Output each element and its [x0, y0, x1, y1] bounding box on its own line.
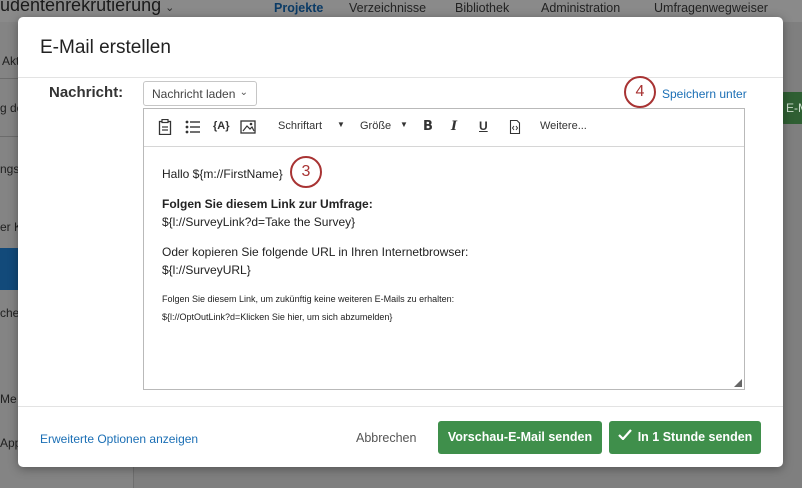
copy-url-text: Oder kopieren Sie folgende URL in Ihren …: [162, 245, 469, 259]
sidebar-fragment: Akt: [2, 54, 20, 68]
message-editor[interactable]: {A} Schriftart ▼ Größe ▼ B I U Weitere..…: [143, 108, 745, 390]
load-message-select-label: Nachricht laden: [152, 87, 236, 101]
bold-button[interactable]: B: [423, 119, 433, 134]
divider: [18, 77, 783, 78]
load-message-select[interactable]: Nachricht laden ⌄: [143, 81, 257, 106]
optout-link-text: ${l://OptOutLink?d=Klicken Sie hier, um …: [162, 312, 393, 322]
project-title-text: udentenrekrutierung: [0, 0, 162, 15]
chevron-down-icon: ⌄: [239, 87, 248, 98]
dialog-title: E-Mail erstellen: [40, 37, 171, 58]
advanced-options-link[interactable]: Erweiterte Optionen anzeigen: [40, 432, 198, 446]
paste-clipboard-icon[interactable]: [158, 118, 174, 136]
font-family-dropdown[interactable]: Schriftart: [278, 120, 322, 132]
project-title[interactable]: udentenrekrutierung ⌄: [0, 0, 174, 16]
nav-bibliothek[interactable]: Bibliothek: [455, 1, 509, 15]
font-size-dropdown[interactable]: Größe: [360, 120, 391, 132]
survey-link-text: ${l://SurveyLink?d=Take the Survey}: [162, 215, 356, 229]
piped-text-icon[interactable]: {A}: [213, 120, 230, 132]
insert-image-icon[interactable]: [240, 119, 256, 135]
italic-button[interactable]: I: [451, 119, 457, 134]
chevron-down-icon: ⌄: [165, 2, 175, 14]
send-preview-button[interactable]: Vorschau-E-Mail senden: [438, 421, 602, 454]
more-options-button[interactable]: Weitere...: [540, 120, 587, 132]
nav-projekte[interactable]: Projekte: [274, 1, 323, 15]
bulleted-list-icon[interactable]: [185, 119, 201, 135]
sidebar-fragment: Me: [0, 392, 17, 406]
nav-verzeichnisse[interactable]: Verzeichnisse: [349, 1, 426, 15]
send-scheduled-label: In 1 Stunde senden: [637, 430, 753, 444]
optout-text: Folgen Sie diesem Link, um zukünftig kei…: [162, 294, 455, 304]
caret-down-icon: ▼: [337, 120, 345, 129]
sidebar-fragment: che: [0, 306, 20, 320]
nav-administration[interactable]: Administration: [541, 1, 620, 15]
underline-button[interactable]: U: [479, 119, 488, 133]
caret-down-icon: ▼: [400, 120, 408, 129]
checkmark-icon: [617, 420, 632, 453]
sidebar-fragment: ngs: [0, 162, 20, 176]
resize-handle-icon[interactable]: [734, 379, 742, 387]
cancel-button[interactable]: Abbrechen: [356, 431, 416, 445]
background-email-button[interactable]: E-M: [781, 92, 802, 124]
sidebar-active-indicator: [0, 248, 18, 290]
nav-umfragenwegweiser[interactable]: Umfragenwegweiser: [654, 1, 768, 15]
send-scheduled-button[interactable]: In 1 Stunde senden: [609, 421, 761, 454]
survey-url-text: ${l://SurveyURL}: [162, 263, 251, 277]
link-heading: Folgen Sie diesem Link zur Umfrage:: [162, 197, 373, 211]
annotation-marker-4: 4: [624, 76, 656, 108]
divider: [18, 406, 783, 407]
compose-email-dialog: E-Mail erstellen Nachricht: Nachricht la…: [18, 17, 783, 467]
source-code-icon[interactable]: [509, 119, 525, 135]
save-as-link[interactable]: Speichern unter: [662, 87, 747, 101]
annotation-marker-3: 3: [290, 156, 322, 188]
message-label: Nachricht:: [49, 84, 124, 101]
greeting-text: Hallo ${m://FirstName}: [162, 167, 283, 181]
editor-toolbar: {A} Schriftart ▼ Größe ▼ B I U Weitere..…: [144, 109, 744, 147]
